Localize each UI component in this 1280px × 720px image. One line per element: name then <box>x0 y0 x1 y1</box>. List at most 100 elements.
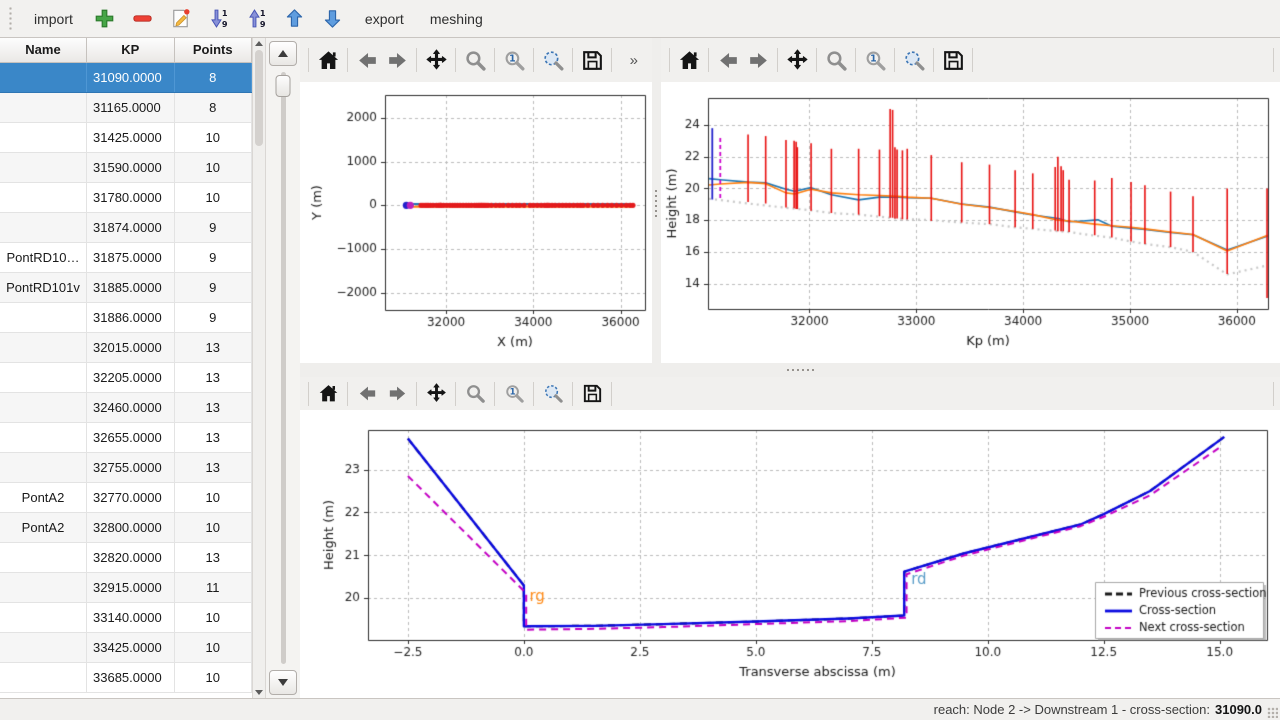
save-button[interactable] <box>938 45 968 75</box>
back-button[interactable] <box>713 45 743 75</box>
cell-points: 10 <box>174 122 251 152</box>
save-button[interactable] <box>577 45 607 75</box>
forward-button[interactable] <box>382 379 412 409</box>
back-button[interactable] <box>352 379 382 409</box>
forward-button[interactable] <box>382 45 412 75</box>
slider-up-button[interactable] <box>269 41 297 66</box>
home-button[interactable] <box>313 379 343 409</box>
toolbar-sort-descending-button[interactable]: 19 <box>204 4 234 34</box>
cell-kp: 33425.0000 <box>87 632 175 662</box>
pan-button[interactable] <box>782 45 812 75</box>
svg-text:1: 1 <box>870 53 877 64</box>
table-row[interactable]: PontA232800.000010 <box>0 512 252 542</box>
table-row[interactable]: 32755.000013 <box>0 452 252 482</box>
toolbar-move-down-button[interactable] <box>318 4 348 34</box>
zoom-one-button[interactable]: 1 <box>860 45 890 75</box>
cross-section-chart[interactable] <box>300 410 1280 698</box>
splitter-grip-icon <box>787 369 815 371</box>
cell-points: 11 <box>174 572 251 602</box>
edit-icon <box>169 7 192 30</box>
table-row[interactable]: 31886.00009 <box>0 302 252 332</box>
cell-points: 13 <box>174 452 251 482</box>
top-plots-row: 1» 1 <box>300 38 1280 363</box>
resize-grip[interactable] <box>1267 707 1278 718</box>
table-row[interactable]: 32460.000013 <box>0 392 252 422</box>
main-toolbar: import 19 19 export meshing <box>0 0 1280 38</box>
cell-kp: 32915.0000 <box>87 572 175 602</box>
zoom-rect-button[interactable] <box>538 379 568 409</box>
table-row[interactable]: 32820.000013 <box>0 542 252 572</box>
table-row[interactable]: 33425.000010 <box>0 632 252 662</box>
table-header: NameKPPoints <box>0 38 252 62</box>
table-row[interactable]: PontRD101v31885.00009 <box>0 272 252 302</box>
scroll-down-icon[interactable] <box>255 690 263 695</box>
pan-button[interactable] <box>421 379 451 409</box>
forward-button[interactable] <box>743 45 773 75</box>
toolbar-edit-button[interactable] <box>166 4 196 34</box>
toolbar-grip[interactable] <box>8 6 13 32</box>
table-row[interactable]: 32915.000011 <box>0 572 252 602</box>
table-scrollbar[interactable] <box>252 38 266 698</box>
plan-view-chart[interactable] <box>300 82 652 363</box>
sort-descending-icon: 19 <box>207 7 230 30</box>
toolbar-remove-button[interactable] <box>128 4 158 34</box>
table-row[interactable]: 31165.00008 <box>0 92 252 122</box>
toolbar-add-button[interactable] <box>90 4 120 34</box>
slider-down-button[interactable] <box>269 670 297 695</box>
pan-button[interactable] <box>421 45 451 75</box>
home-button[interactable] <box>313 45 343 75</box>
zoom-button[interactable] <box>821 45 851 75</box>
toolbar-sort-ascending-button[interactable]: 19 <box>242 4 272 34</box>
zoom-rect-button[interactable] <box>538 45 568 75</box>
cell-kp: 31885.0000 <box>87 272 175 302</box>
table-row[interactable]: 33685.000010 <box>0 662 252 692</box>
toolbar-overflow-button[interactable]: » <box>626 50 642 71</box>
toolbar-export-button[interactable]: export <box>356 6 413 32</box>
column-header-points[interactable]: Points <box>174 38 251 62</box>
table-row[interactable]: 32655.000013 <box>0 422 252 452</box>
table-row[interactable]: 31590.000010 <box>0 152 252 182</box>
zoom-one-button[interactable]: 1 <box>499 379 529 409</box>
zoom-rect-button[interactable] <box>899 45 929 75</box>
zoom-button[interactable] <box>460 45 490 75</box>
scrollbar-thumb[interactable] <box>255 50 263 146</box>
table-row[interactable]: PontRD10…31875.00009 <box>0 242 252 272</box>
back-button[interactable] <box>352 45 382 75</box>
svg-text:1: 1 <box>509 388 515 398</box>
cell-name <box>0 632 87 662</box>
toolbar-import-button[interactable]: import <box>25 6 82 32</box>
slider-handle[interactable] <box>276 75 291 97</box>
cell-points: 10 <box>174 662 251 692</box>
plan-view-panel: 1» <box>300 38 652 363</box>
home-button[interactable] <box>674 45 704 75</box>
toolbar-move-up-button[interactable] <box>280 4 310 34</box>
table-row[interactable]: 32205.000013 <box>0 362 252 392</box>
triangle-up-icon <box>278 50 288 57</box>
save-button[interactable] <box>577 379 607 409</box>
toolbar-separator <box>347 48 348 72</box>
scrollbar-track[interactable] <box>253 46 265 690</box>
toolbar-meshing-button[interactable]: meshing <box>421 6 492 32</box>
table-row[interactable]: 31780.000010 <box>0 182 252 212</box>
table-row[interactable]: 32015.000013 <box>0 332 252 362</box>
zoom-button[interactable] <box>460 379 490 409</box>
cell-points: 13 <box>174 392 251 422</box>
cell-points: 10 <box>174 482 251 512</box>
table-row[interactable]: 31425.000010 <box>0 122 252 152</box>
column-header-kp[interactable]: KP <box>87 38 175 62</box>
toolbar-separator <box>972 48 973 72</box>
horizontal-splitter[interactable] <box>300 363 1280 377</box>
table-row[interactable]: 31090.00008 <box>0 62 252 92</box>
toolbar-separator <box>777 48 778 72</box>
vertical-slider <box>266 38 300 698</box>
cell-kp: 31780.0000 <box>87 182 175 212</box>
column-header-name[interactable]: Name <box>0 38 87 62</box>
table-row[interactable]: 33140.000010 <box>0 602 252 632</box>
cross-sections-panel: NameKPPoints 31090.0000831165.0000831425… <box>0 38 300 698</box>
slider-track[interactable] <box>281 72 286 664</box>
vertical-splitter[interactable] <box>652 38 661 363</box>
zoom-one-button[interactable]: 1 <box>499 45 529 75</box>
profile-chart[interactable] <box>661 82 1280 363</box>
table-row[interactable]: PontA232770.000010 <box>0 482 252 512</box>
table-row[interactable]: 31874.00009 <box>0 212 252 242</box>
